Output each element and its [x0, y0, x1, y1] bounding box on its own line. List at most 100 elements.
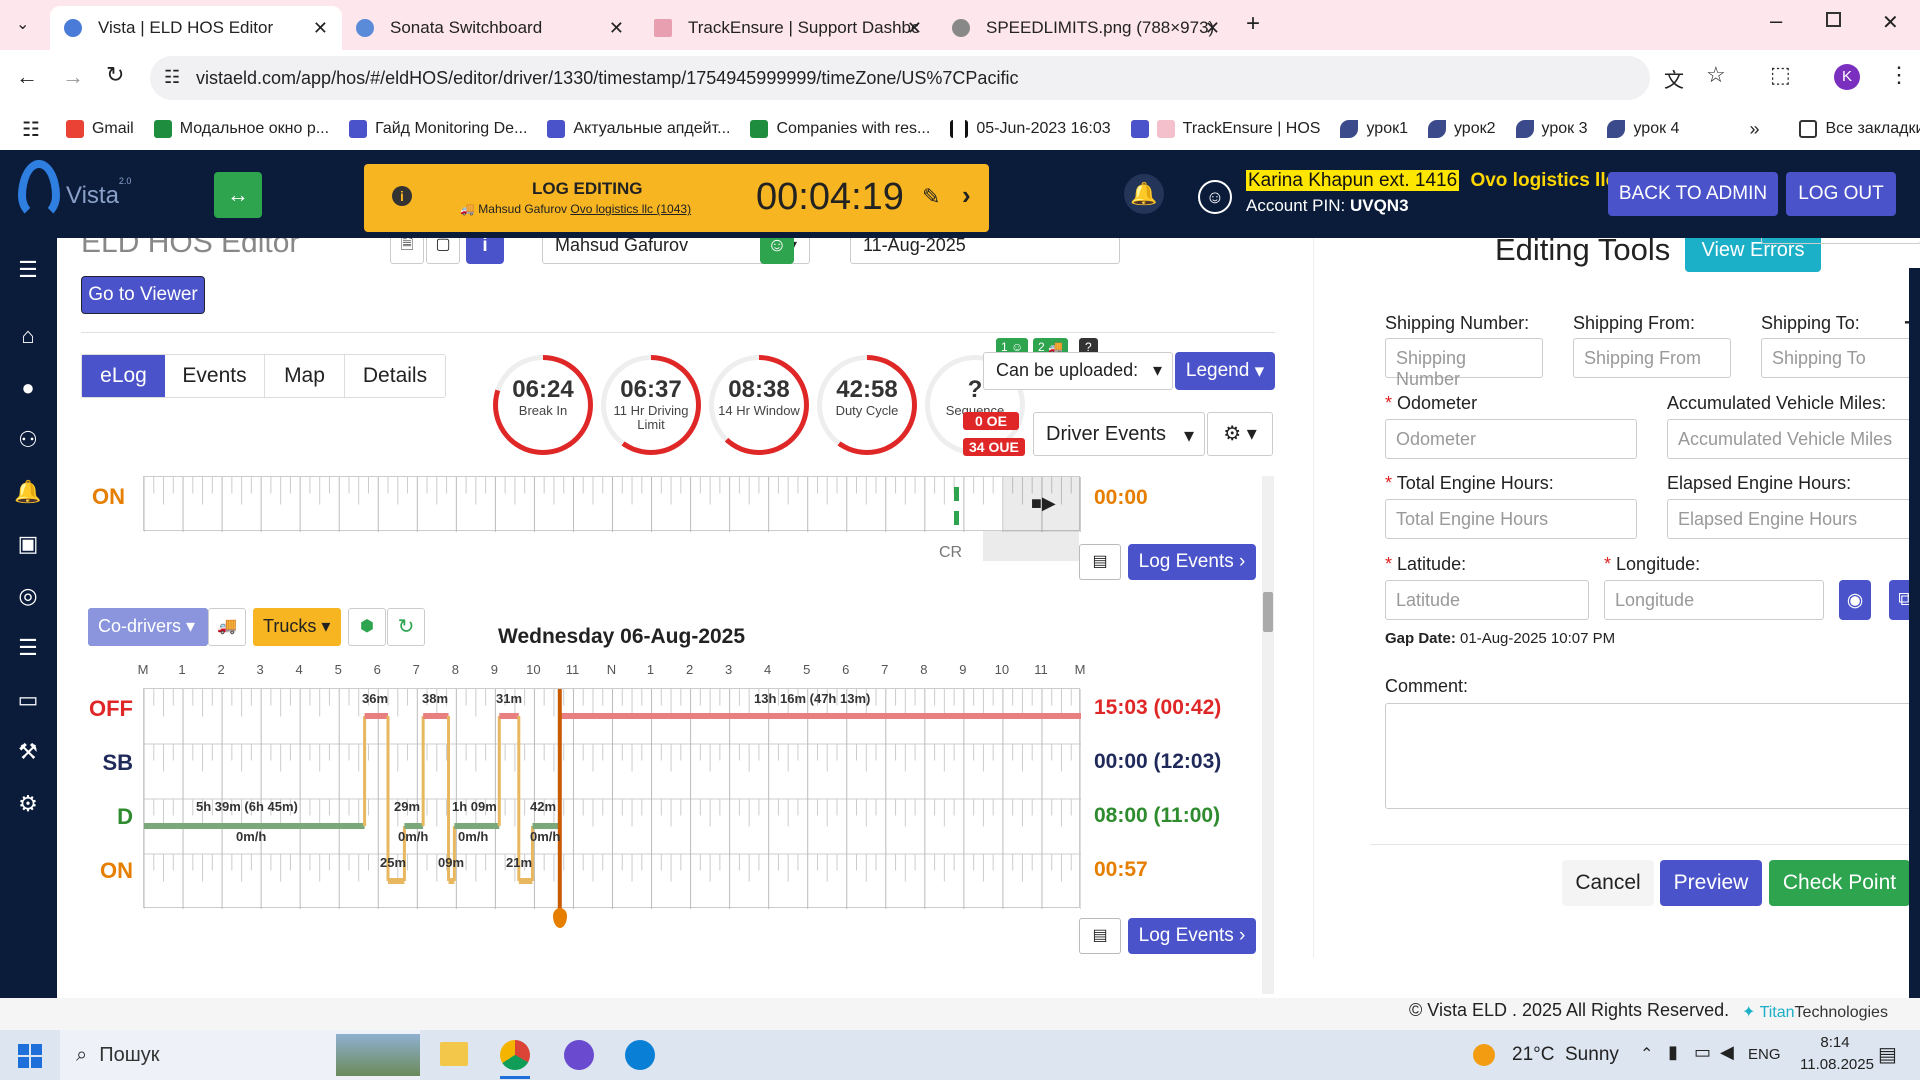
volume-icon[interactable]: ◀: [1720, 1042, 1734, 1063]
notifications-icon[interactable]: ▤: [1878, 1042, 1897, 1067]
apps-grid-icon[interactable]: ☷: [22, 117, 40, 142]
camera-icon[interactable]: ■▶: [1031, 493, 1056, 514]
date-field[interactable]: 11-Aug-2025: [850, 238, 1120, 264]
new-tab-icon[interactable]: +: [1246, 10, 1260, 38]
vista-logo[interactable]: Vista 2.0: [18, 160, 131, 220]
note-button[interactable]: ▢: [426, 238, 460, 264]
id-card-icon[interactable]: ▭: [14, 686, 42, 714]
close-icon[interactable]: ✕: [609, 18, 624, 39]
log-out-button[interactable]: LOG OUT: [1786, 172, 1896, 216]
globe-icon[interactable]: ●: [14, 374, 42, 402]
tab-details[interactable]: Details: [345, 355, 445, 397]
info-button[interactable]: i: [466, 238, 504, 264]
bookmark-gmail[interactable]: Gmail: [65, 120, 134, 138]
browser-menu-icon[interactable]: ⋮: [1888, 62, 1910, 88]
doc-button[interactable]: 🗎: [390, 238, 424, 264]
go-to-viewer-button[interactable]: Go to Viewer: [81, 276, 205, 314]
bookmark-lesson3[interactable]: урок 3: [1515, 120, 1587, 138]
log-events-button[interactable]: Log Events ›: [1128, 918, 1256, 954]
truck-button[interactable]: 🚚: [208, 608, 246, 646]
settings-dropdown-button[interactable]: ⚙ ▾: [1207, 412, 1273, 456]
more-bookmarks-icon[interactable]: »: [1749, 119, 1759, 140]
refresh-button[interactable]: ↻: [387, 608, 425, 646]
weather[interactable]: 21°C Sunny: [1512, 1044, 1619, 1066]
total-engine-input[interactable]: Total Engine Hours: [1385, 499, 1637, 539]
home-icon[interactable]: ⌂: [14, 322, 42, 350]
settings-gear-icon[interactable]: ⚙: [14, 790, 42, 818]
latitude-input[interactable]: Latitude: [1385, 580, 1589, 620]
scrollbar-thumb[interactable]: [1263, 592, 1273, 632]
odometer-input[interactable]: Odometer: [1385, 419, 1637, 459]
map-pin-button[interactable]: ◉: [1839, 580, 1871, 620]
tab-list-dropdown-icon[interactable]: ⌄: [16, 14, 29, 34]
contacts-icon[interactable]: ▣: [14, 530, 42, 558]
comment-textarea[interactable]: [1385, 703, 1920, 809]
preview-button[interactable]: Preview: [1660, 860, 1762, 906]
restore-icon[interactable]: [1826, 12, 1841, 27]
shipping-number-input[interactable]: Shipping Number: [1385, 338, 1543, 389]
back-to-admin-button[interactable]: BACK TO ADMIN: [1608, 172, 1778, 216]
driver-profile-button[interactable]: ☺: [760, 238, 794, 264]
tab-map[interactable]: Map: [265, 355, 345, 397]
bookmark-modal[interactable]: Модальное окно р...: [153, 120, 329, 138]
tab-trackensure[interactable]: TrackEnsure | Support Dashboa ✕: [640, 6, 936, 50]
log-graph-grid[interactable]: 36m 38m 31m 13h 16m (47h 13m) 5h 39m (6h…: [143, 688, 1081, 909]
co-drivers-button[interactable]: Co-drivers ▾: [88, 608, 208, 646]
location-icon[interactable]: ◎: [14, 582, 42, 610]
can-be-uploaded-select[interactable]: Can be uploaded: ▾: [983, 352, 1173, 390]
chrome-profile-icon[interactable]: [564, 1040, 594, 1070]
wrench-icon[interactable]: ⚒: [14, 738, 42, 766]
tab-speedlimits[interactable]: SPEEDLIMITS.png (788×973) ✕: [938, 6, 1234, 50]
chevron-right-icon[interactable]: ›: [962, 180, 971, 211]
back-icon[interactable]: ←: [16, 64, 38, 90]
shipping-to-input[interactable]: Shipping To: [1761, 338, 1920, 378]
edit-icon[interactable]: ✎: [922, 184, 940, 210]
trucks-button[interactable]: Trucks ▾: [253, 608, 341, 646]
comment-icon-button[interactable]: ▤: [1079, 544, 1121, 580]
tab-events[interactable]: Events: [165, 355, 265, 397]
profile-avatar[interactable]: K: [1834, 64, 1860, 90]
clock-time[interactable]: 8:14: [1800, 1034, 1870, 1051]
tab-vista[interactable]: Vista | ELD HOS Editor ✕: [50, 6, 342, 50]
microphone-icon[interactable]: ▮: [1668, 1042, 1678, 1063]
url-input[interactable]: ☷ vistaeld.com/app/hos/#/eldHOS/editor/d…: [150, 56, 1650, 100]
forward-icon[interactable]: →: [62, 64, 84, 90]
translate-icon[interactable]: 文: [1664, 64, 1684, 93]
clock-date[interactable]: 11.08.2025: [1800, 1056, 1874, 1073]
cancel-button[interactable]: Cancel: [1562, 860, 1654, 906]
comment-icon-button[interactable]: ▤: [1079, 918, 1121, 954]
tray-chevron-icon[interactable]: ⌃: [1640, 1044, 1653, 1064]
close-icon[interactable]: ✕: [907, 18, 922, 39]
current-time-pin-icon[interactable]: [553, 908, 567, 928]
tab-elog[interactable]: eLog: [82, 355, 165, 397]
close-window-icon[interactable]: ✕: [1882, 10, 1899, 35]
user-avatar-icon[interactable]: ☺: [1198, 180, 1232, 214]
bookmark-lesson4[interactable]: урок 4: [1607, 120, 1679, 138]
bookmark-date[interactable]: 05-Jun-2023 16:03: [950, 120, 1111, 138]
hamburger-menu-icon[interactable]: ☰: [14, 256, 42, 284]
network-icon[interactable]: ▭: [1694, 1042, 1711, 1063]
longitude-input[interactable]: Longitude: [1604, 580, 1824, 620]
file-explorer-icon[interactable]: [440, 1042, 468, 1066]
bookmark-companies[interactable]: Companies with res...: [750, 120, 930, 138]
reload-icon[interactable]: ↻: [106, 62, 124, 88]
log-events-button[interactable]: Log Events ›: [1128, 544, 1256, 580]
log-company-link[interactable]: Ovo logistics llc (1043): [570, 202, 691, 216]
check-point-button[interactable]: Check Point: [1769, 860, 1910, 906]
bookmark-trackensure-hos[interactable]: TrackEnsure | HOS: [1130, 120, 1320, 138]
windows-start-icon[interactable]: [18, 1044, 42, 1068]
elapsed-engine-input[interactable]: Elapsed Engine Hours: [1667, 499, 1920, 539]
chrome-icon[interactable]: [500, 1040, 530, 1070]
bell-icon[interactable]: 🔔: [14, 478, 42, 506]
notifications-bell-icon[interactable]: 🔔: [1124, 174, 1164, 214]
language[interactable]: ENG: [1748, 1046, 1781, 1063]
bookmark-lesson1[interactable]: урок1: [1340, 120, 1408, 138]
all-bookmarks[interactable]: Все закладки: [1799, 120, 1920, 138]
shipping-from-input[interactable]: Shipping From: [1573, 338, 1731, 378]
bookmark-star-icon[interactable]: ☆: [1706, 62, 1726, 88]
bookmark-guide[interactable]: Гайд Monitoring De...: [349, 120, 527, 138]
driver-events-select[interactable]: Driver Events ▾: [1033, 412, 1205, 456]
bookmark-lesson2[interactable]: урок2: [1427, 120, 1496, 138]
handshake-button[interactable]: ↔: [214, 172, 262, 218]
acc-miles-input[interactable]: Accumulated Vehicle Miles: [1667, 419, 1920, 459]
